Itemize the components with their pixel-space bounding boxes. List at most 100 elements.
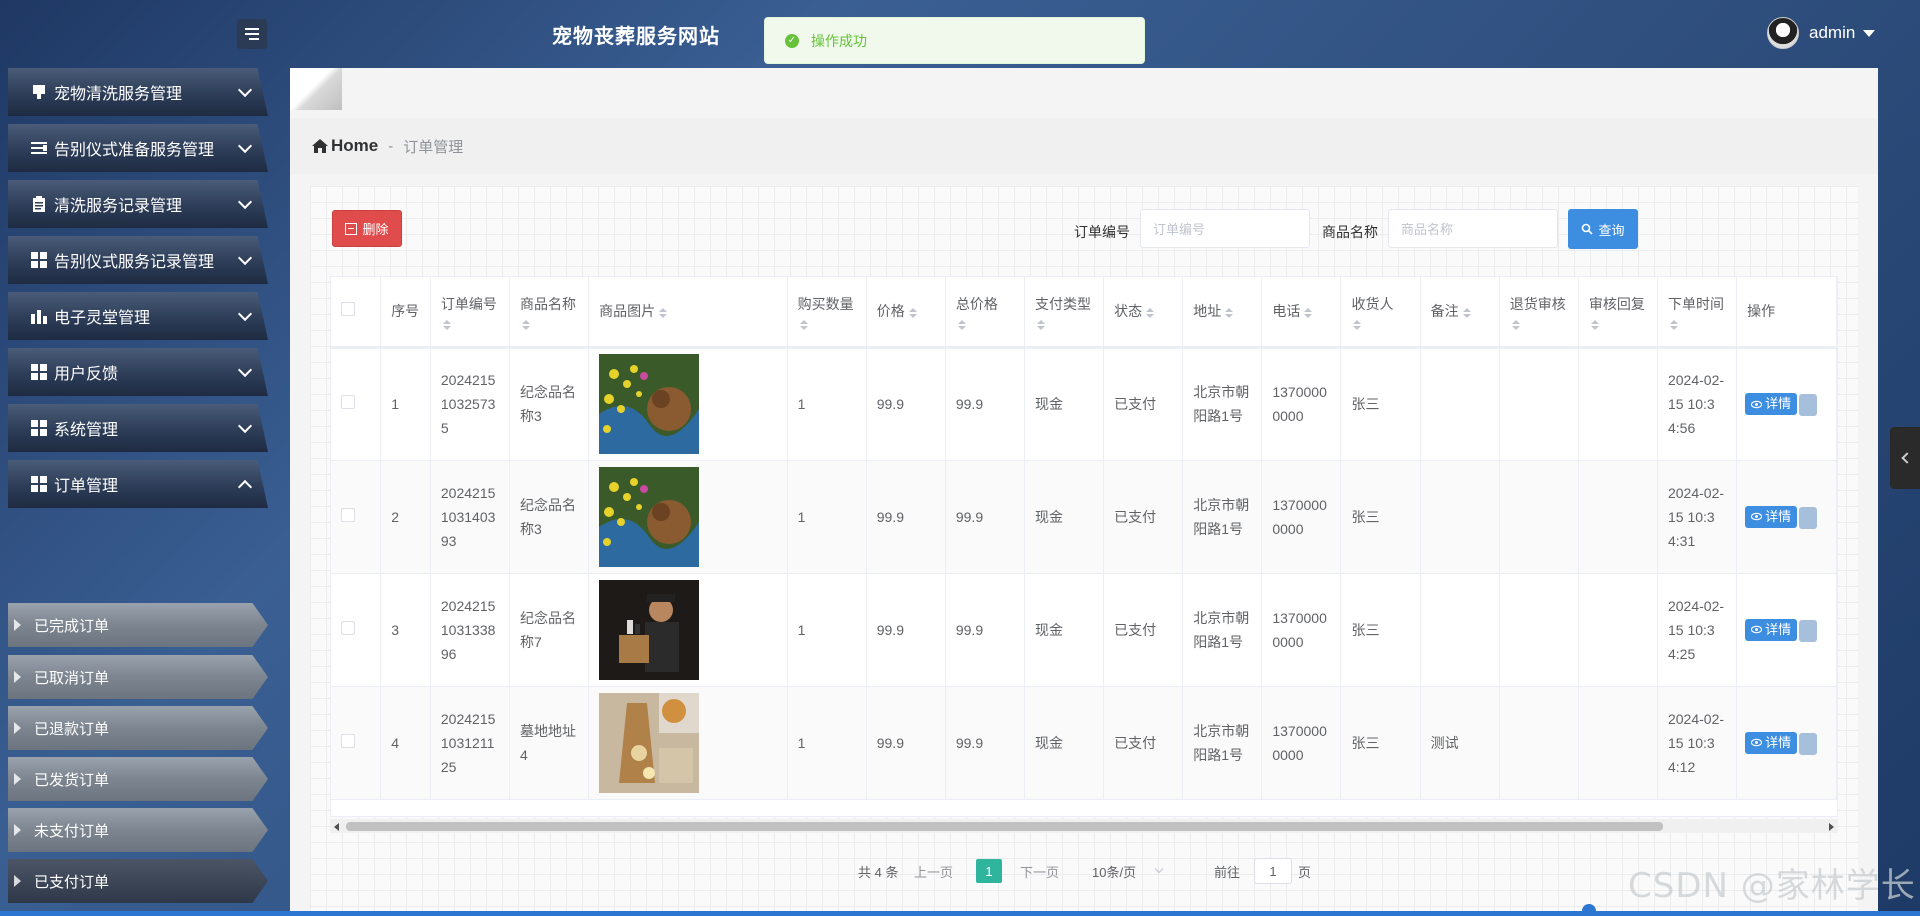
sidebar-item-cleaning-records[interactable]: 清洗服务记录管理 [8,180,268,228]
page-number-active[interactable]: 1 [976,859,1002,883]
product-name-input[interactable]: 商品名称 [1388,209,1558,248]
sort-icon[interactable] [1146,307,1155,318]
breadcrumb-home[interactable]: Home [312,136,378,156]
column-header[interactable]: 电话 [1261,277,1342,348]
column-header[interactable]: 商品图片 [588,277,788,348]
submenu-completed-orders[interactable]: 已完成订单 [8,603,268,647]
column-header[interactable]: 价格 [866,277,946,348]
product-thumbnail[interactable] [599,466,776,567]
row-select-cell[interactable] [331,573,382,687]
next-page-button[interactable]: 下一页 [1020,862,1059,881]
submenu-unpaid-orders[interactable]: 未支付订单 [8,808,268,852]
column-header[interactable]: 退货审核 [1499,277,1579,348]
detail-button[interactable]: 详情 [1745,618,1798,641]
sidebar-item-system[interactable]: 系统管理 [8,404,268,452]
edit-button[interactable] [1799,506,1818,529]
row-checkbox[interactable] [341,733,355,748]
cell-actions: 详情 [1736,347,1837,461]
cell-quantity: 1 [787,460,867,574]
table-row[interactable]: 3 2024215103133896 纪念品名称7 1 99.9 99.9 现金 已支付 北京市… [331,573,1837,687]
horizontal-scrollbar[interactable] [330,819,1838,833]
column-header[interactable]: 状态 [1103,277,1184,348]
sort-icon[interactable] [1225,307,1234,318]
sidebar-item-farewell-records[interactable]: 告别仪式服务记录管理 [8,236,268,284]
column-header[interactable]: 支付类型 [1024,277,1105,348]
table-row[interactable]: 4 2024215103121125 墓地地址4 1 99.9 99.9 现金 已支付 北京市朝… [331,686,1837,800]
sort-icon[interactable] [1669,320,1726,331]
row-checkbox[interactable] [341,507,355,522]
chevron-down-icon [237,250,253,266]
submenu-refunded-orders[interactable]: 已退款订单 [8,706,268,750]
sidebar-item-memorial-hall[interactable]: 电子灵堂管理 [8,292,268,340]
query-button[interactable]: 查询 [1568,209,1638,249]
cell-total: 99.9 [945,573,1025,687]
sort-icon[interactable] [1590,320,1647,331]
submenu-cancelled-orders[interactable]: 已取消订单 [8,655,268,699]
sidebar-item-feedback[interactable]: 用户反馈 [8,348,268,396]
menu-toggle-button[interactable] [237,19,267,49]
sort-icon[interactable] [799,320,856,331]
list-icon [30,140,48,156]
product-thumbnail[interactable] [599,354,776,454]
cell-actions: 详情 [1736,573,1837,687]
sort-icon[interactable] [957,320,1014,331]
edit-button[interactable] [1799,732,1818,755]
row-checkbox[interactable] [341,620,355,635]
edit-button[interactable] [1799,394,1818,417]
user-menu[interactable]: admin [1767,17,1876,49]
delete-button[interactable]: 删除 [332,210,402,247]
order-no-input[interactable]: 订单编号 [1140,209,1310,248]
scroll-left-icon[interactable] [334,823,339,831]
column-header[interactable]: 备注 [1420,277,1500,348]
row-select-cell[interactable] [331,686,382,800]
column-header[interactable]: 购买数量 [787,277,867,348]
column-header[interactable]: 审核回复 [1578,277,1658,348]
sort-icon[interactable] [1511,320,1568,331]
table-row[interactable]: 2 2024215103140393 纪念品名称3 1 99.9 99.9 现金 已支付 北京市… [331,460,1837,574]
select-all-cell[interactable] [331,277,382,348]
product-thumbnail[interactable] [599,692,776,793]
row-select-cell[interactable] [331,460,382,574]
sort-icon[interactable] [908,307,917,318]
scrollbar-thumb[interactable] [346,822,1663,831]
column-header[interactable]: 总价格 [945,277,1025,348]
column-header[interactable]: 商品名称 [509,277,590,348]
sort-icon[interactable] [1304,307,1313,318]
detail-button[interactable]: 详情 [1745,731,1798,754]
eye-icon [1751,513,1763,521]
sidebar-item-orders[interactable]: 订单管理 [8,460,268,508]
column-header[interactable]: 收货人 [1340,277,1421,348]
table-row[interactable]: 1 20242151032573 5 纪念品名称3 1 99.9 99.9 现金 已支付 北京市… [331,347,1837,461]
product-thumbnail[interactable] [599,579,776,680]
goto-page-input[interactable]: 1 [1254,858,1292,884]
column-header-label: 退货审核 [1509,296,1566,313]
side-panel-toggle[interactable] [1890,427,1920,489]
sort-icon[interactable] [1462,307,1471,318]
edit-button[interactable] [1799,619,1818,642]
prev-page-button[interactable]: 上一页 [914,862,953,881]
column-header[interactable]: 下单时间 [1657,277,1738,348]
chevron-down-icon [237,362,253,378]
select-all-checkbox[interactable] [341,302,355,317]
submenu-paid-orders[interactable]: 已支付订单 [8,859,268,903]
chevron-down-icon[interactable] [1154,864,1164,874]
cell-order-time: 2024-02-15 10:34:25 [1657,573,1738,687]
sidebar-item-pet-cleaning[interactable]: 宠物清洗服务管理 [8,68,268,116]
column-header[interactable]: 订单编号 [430,277,511,348]
row-select-cell[interactable] [331,347,382,461]
scroll-right-icon[interactable] [1829,823,1834,831]
cell-pay-type: 现金 [1024,347,1105,461]
detail-button[interactable]: 详情 [1745,505,1798,528]
row-checkbox[interactable] [341,395,355,409]
sort-icon[interactable] [442,320,499,331]
page-size-select[interactable]: 10条/页 [1092,862,1136,881]
sidebar-item-farewell-prep[interactable]: 告别仪式准备服务管理 [8,124,268,172]
sort-icon[interactable] [1036,320,1093,331]
column-header[interactable]: 地址 [1182,277,1263,348]
detail-button[interactable]: 详情 [1745,393,1798,416]
sort-icon[interactable] [1353,320,1409,331]
cell-receiver: 张三 [1340,347,1421,461]
sort-icon[interactable] [659,307,668,318]
submenu-shipped-orders[interactable]: 已发货订单 [8,757,268,801]
sort-icon[interactable] [522,320,578,331]
